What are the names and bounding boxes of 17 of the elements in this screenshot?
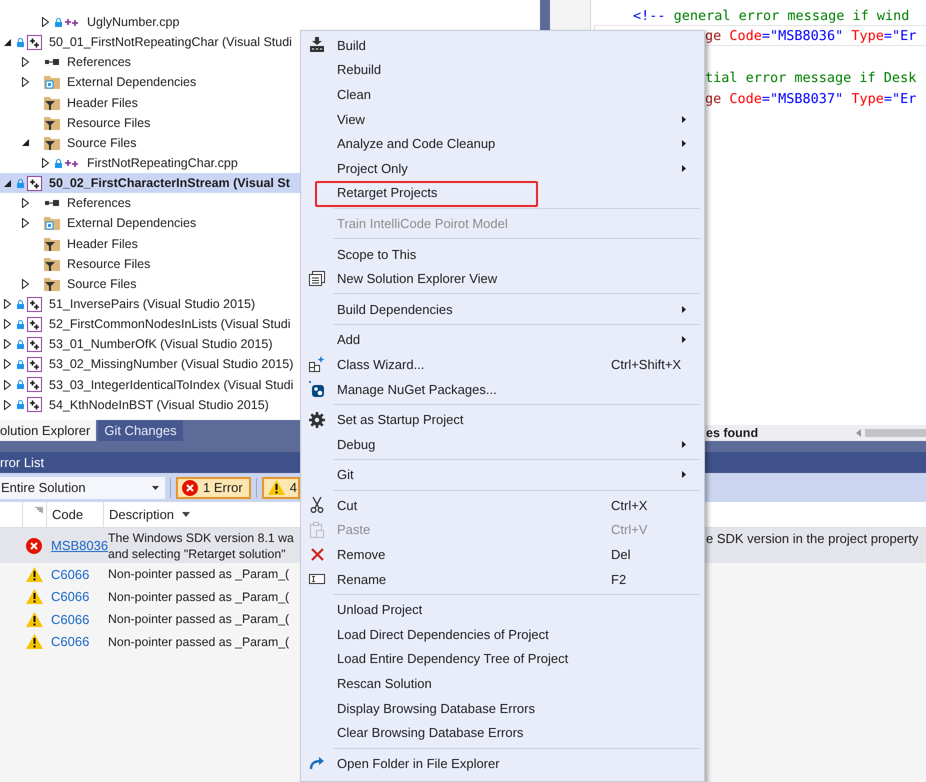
- error-description: The Windows SDK version 8.1 wa and selecting "Retarget solution": [108, 530, 294, 560]
- shortcut-text: Del: [611, 547, 631, 562]
- shortcut-text: F2: [611, 572, 626, 587]
- shortcut-text: Ctrl+Shift+X: [611, 356, 682, 372]
- code-line: ge Code="MSB8036" Type="Er: [705, 28, 916, 44]
- panel-title: rror List: [0, 455, 44, 470]
- code-line: ge Code="MSB8037" Type="Er: [705, 90, 916, 107]
- find-status-text: es found: [706, 426, 758, 440]
- error-description: Non-pointer passed as _Param_(: [108, 634, 290, 649]
- error-description: Non-pointer passed as _Param_(: [108, 612, 290, 626]
- error-description: e SDK version in the project property: [706, 531, 918, 546]
- shortcut-text: Ctrl+V: [611, 522, 648, 538]
- code-line: <!-- general error message if wind: [633, 8, 910, 24]
- error-description: Non-pointer passed as _Param_(: [108, 590, 290, 604]
- error-description: Non-pointer passed as _Param_(: [108, 567, 290, 582]
- code-line: tial error message if Desk: [705, 70, 916, 86]
- shortcut-text: Ctrl+X: [611, 498, 648, 513]
